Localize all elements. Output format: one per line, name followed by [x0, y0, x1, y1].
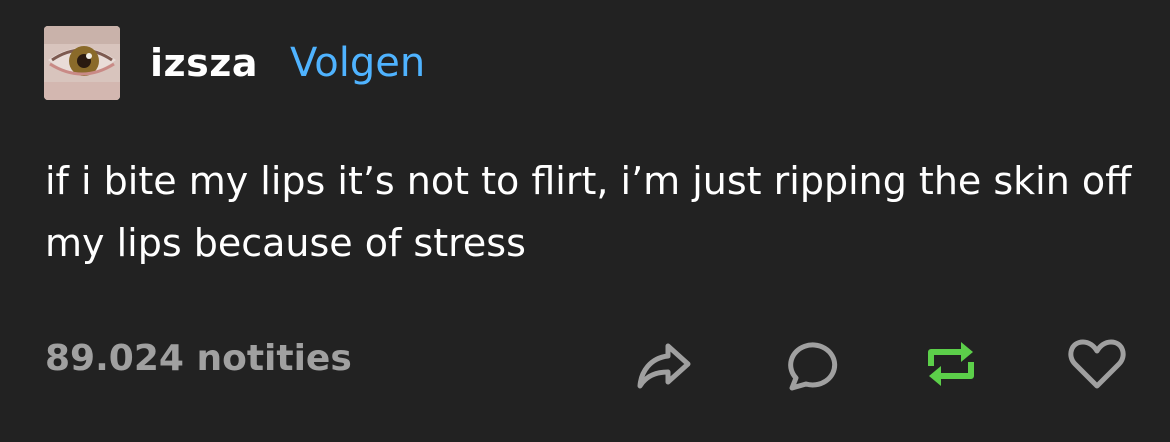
post-card: izsza Volgen if i bite my lips it’s not … — [0, 0, 1170, 442]
username[interactable]: izsza — [150, 41, 258, 85]
reblog-button[interactable] — [921, 336, 981, 392]
eye-avatar-image — [44, 26, 120, 100]
avatar[interactable] — [44, 26, 120, 100]
post-footer: 89.024 notities — [45, 330, 1130, 396]
reblog-icon — [928, 342, 974, 386]
post-text: if i bite my lips it’s not to flirt, i’m… — [45, 159, 1132, 265]
share-button[interactable] — [634, 336, 694, 392]
reply-icon — [788, 342, 838, 391]
notes-count[interactable]: 89.024 notities — [45, 338, 352, 379]
like-button[interactable] — [1067, 336, 1127, 392]
follow-button[interactable]: Volgen — [290, 40, 425, 86]
reply-button[interactable] — [782, 336, 842, 392]
share-icon — [637, 343, 691, 389]
heart-icon — [1068, 339, 1126, 389]
post-header: izsza Volgen — [44, 26, 425, 100]
